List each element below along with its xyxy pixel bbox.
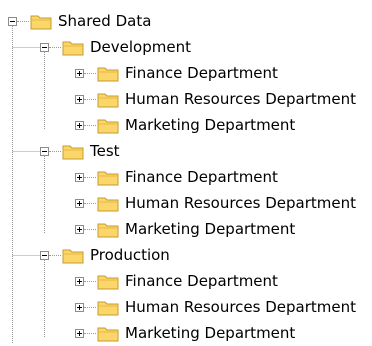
tree-node-development-marketing[interactable]: Marketing Department [75, 112, 296, 138]
expand-icon[interactable] [75, 94, 84, 104]
tree-node-development-finance[interactable]: Finance Department [75, 60, 279, 86]
tree-branch-line [49, 150, 61, 152]
folder-icon [97, 327, 119, 341]
tree-node-production-marketing[interactable]: Marketing Department [75, 320, 296, 346]
tree-node-test-finance[interactable]: Finance Department [75, 164, 279, 190]
tree-node-shared-data[interactable]: Shared Data [8, 8, 152, 34]
tree-node-label: Human Resources Department [125, 90, 357, 108]
folder-icon [97, 301, 119, 315]
tree-branch-line [84, 228, 96, 230]
tree-branch-line [84, 176, 96, 178]
tree-node-production-finance[interactable]: Finance Department [75, 268, 279, 294]
tree-node-test-marketing[interactable]: Marketing Department [75, 216, 296, 242]
tree-branch-line [49, 254, 61, 256]
tree-branch-line [84, 124, 96, 126]
folder-icon [97, 223, 119, 237]
tree-node-label: Human Resources Department [125, 298, 357, 316]
tree-node-label: Shared Data [58, 12, 152, 30]
tree-branch-line [17, 20, 29, 22]
tree-node-label: Finance Department [125, 272, 278, 290]
collapse-icon[interactable] [40, 146, 49, 156]
tree-node-label: Marketing Department [125, 116, 296, 134]
tree-node-production-hr[interactable]: Human Resources Department [75, 294, 357, 320]
expand-icon[interactable] [75, 198, 84, 208]
folder-icon [62, 249, 84, 263]
folder-icon [97, 119, 119, 133]
expand-icon[interactable] [75, 276, 84, 286]
tree-node-label: Finance Department [125, 64, 278, 82]
expand-icon[interactable] [75, 302, 84, 312]
tree-node-production[interactable]: Production [40, 242, 171, 268]
expand-icon[interactable] [75, 328, 84, 338]
tree-branch-line [49, 46, 61, 48]
expand-icon[interactable] [75, 68, 84, 78]
tree-node-test-hr[interactable]: Human Resources Department [75, 190, 357, 216]
tree-branch-line [84, 280, 96, 282]
tree-node-label: Human Resources Department [125, 194, 357, 212]
tree-node-test[interactable]: Test [40, 138, 121, 164]
expand-icon[interactable] [75, 120, 84, 130]
folder-tree: Shared Data Development Finance Departme… [0, 0, 372, 343]
folder-icon [97, 197, 119, 211]
folder-icon [62, 145, 84, 159]
expand-icon[interactable] [75, 224, 84, 234]
tree-node-label: Development [90, 38, 191, 56]
folder-icon [97, 171, 119, 185]
folder-icon [97, 93, 119, 107]
tree-branch-line [84, 332, 96, 334]
tree-node-development-hr[interactable]: Human Resources Department [75, 86, 357, 112]
folder-icon [62, 41, 84, 55]
tree-branch-line [84, 98, 96, 100]
tree-branch-line [84, 202, 96, 204]
expand-icon[interactable] [75, 172, 84, 182]
collapse-icon[interactable] [8, 16, 17, 26]
tree-node-label: Marketing Department [125, 324, 296, 342]
tree-node-label: Finance Department [125, 168, 278, 186]
tree-node-development[interactable]: Development [40, 34, 192, 60]
collapse-icon[interactable] [40, 42, 49, 52]
folder-icon [97, 67, 119, 81]
tree-node-label: Marketing Department [125, 220, 296, 238]
folder-icon [97, 275, 119, 289]
tree-node-label: Production [90, 246, 170, 264]
folder-icon [30, 15, 52, 29]
tree-branch-line [84, 306, 96, 308]
collapse-icon[interactable] [40, 250, 49, 260]
tree-branch-line [84, 72, 96, 74]
tree-node-label: Test [90, 142, 120, 160]
